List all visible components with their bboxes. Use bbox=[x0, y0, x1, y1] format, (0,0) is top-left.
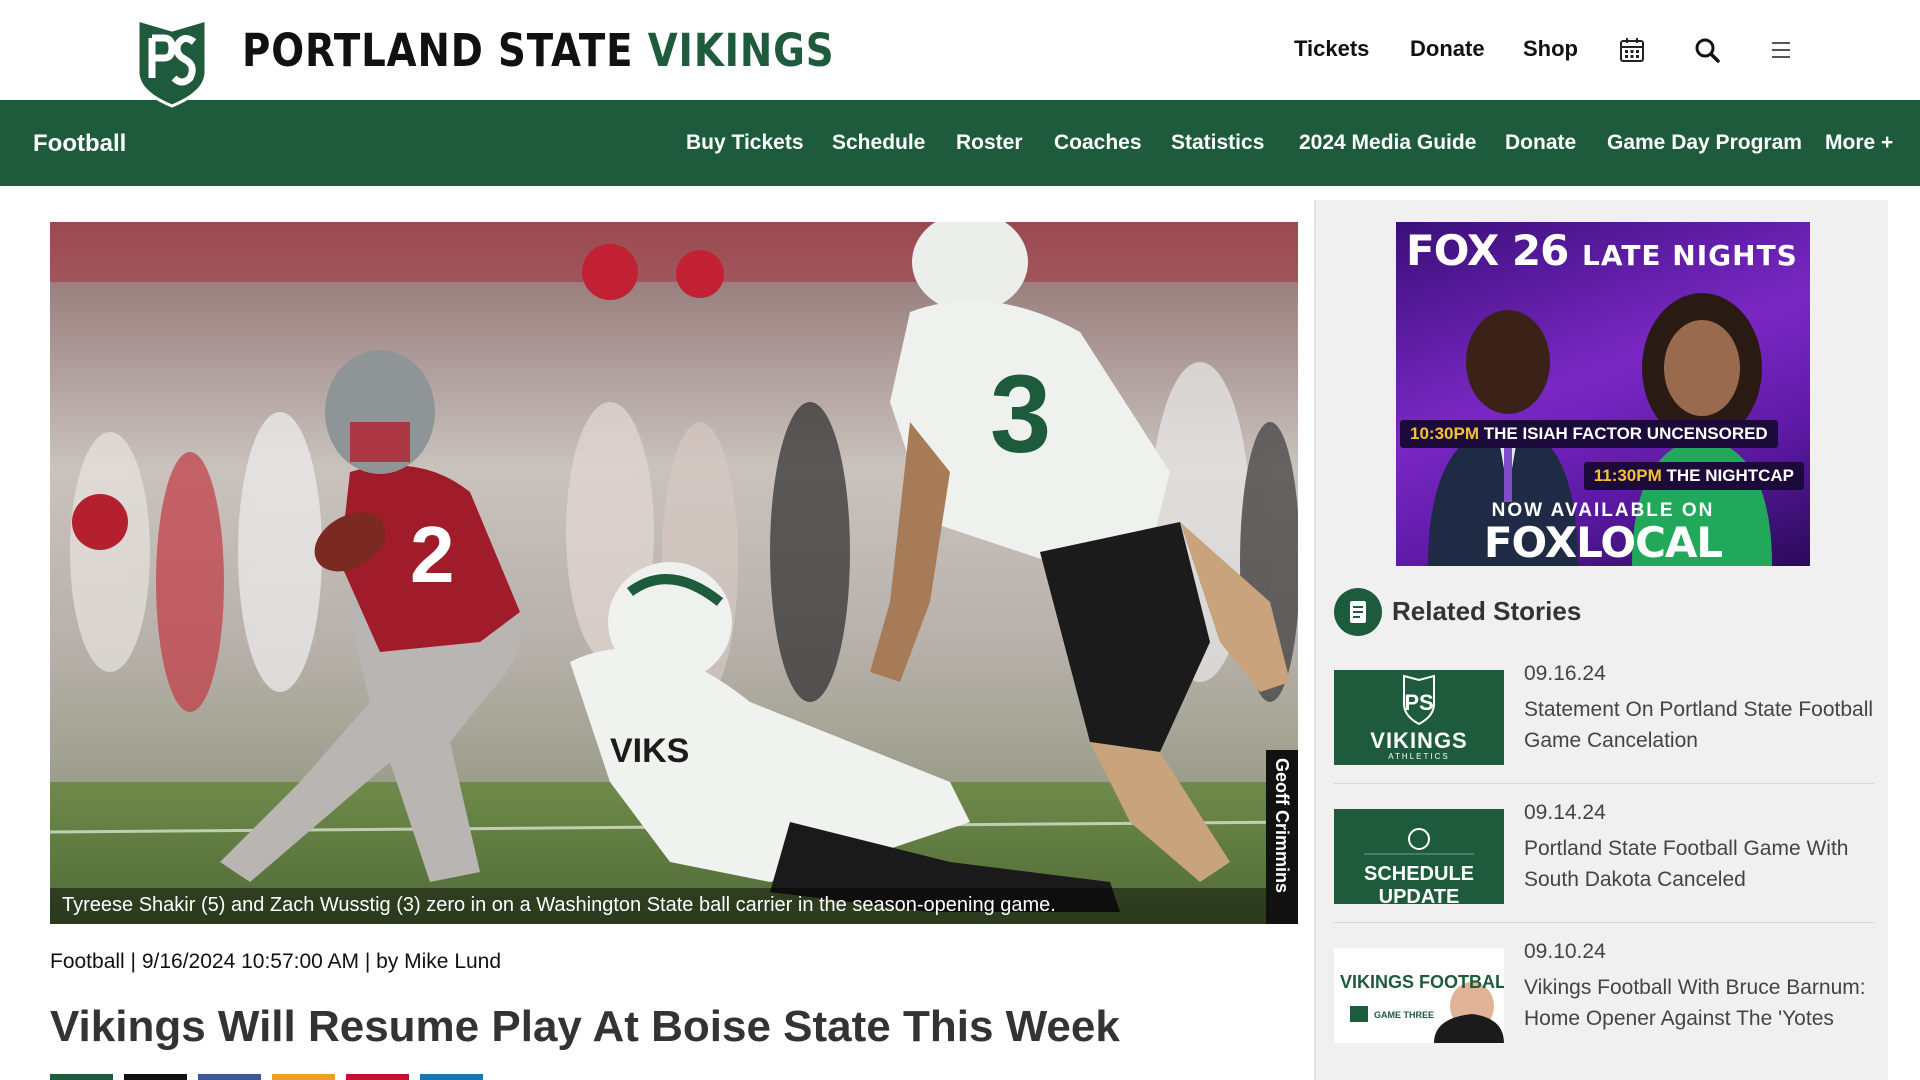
ad-fox26: FOX 26 bbox=[1406, 226, 1569, 275]
nav-statistics[interactable]: Statistics bbox=[1171, 131, 1264, 155]
story-thumb-subtext: ATHLETICS bbox=[1388, 752, 1450, 761]
ad-show1-time: 10:30PM bbox=[1410, 424, 1479, 443]
share-button-6[interactable] bbox=[420, 1074, 483, 1080]
photo-credit: Geoff Crimmins bbox=[1266, 750, 1298, 924]
ad-fox-local: FOXLOCAL bbox=[1483, 518, 1723, 566]
article-headline: Vikings Will Resume Play At Boise State … bbox=[50, 1002, 1120, 1051]
story-thumbnail[interactable]: SCHEDULE UPDATE bbox=[1334, 809, 1504, 904]
ps-logo-icon[interactable] bbox=[134, 16, 210, 108]
ad-show2-time: 11:30PM bbox=[1593, 466, 1662, 485]
photo-caption: Tyreese Shakir (5) and Zach Wusstig (3) … bbox=[50, 888, 1266, 924]
story-thumb-subtext: GAME THREE bbox=[1374, 1010, 1435, 1020]
story-thumb-text: VIKINGS bbox=[1370, 728, 1468, 753]
nav-more[interactable]: More + bbox=[1825, 131, 1893, 155]
sport-nav: Football Buy Tickets Schedule Roster Coa… bbox=[0, 100, 1920, 186]
article-meta: Football | 9/16/2024 10:57:00 AM | by Mi… bbox=[50, 950, 502, 973]
nav-donate[interactable]: Donate bbox=[1505, 131, 1576, 155]
ad-show2-name: THE NIGHTCAP bbox=[1666, 466, 1795, 485]
related-story[interactable]: VIKINGS FOOTBALL GAME THREE 09.10.24 Vik… bbox=[1334, 938, 1874, 1062]
nav-buy-tickets[interactable]: Buy Tickets bbox=[686, 131, 804, 155]
menu-icon[interactable] bbox=[1767, 36, 1795, 64]
related-stories-title: Related Stories bbox=[1392, 596, 1582, 626]
story-thumb-text: VIKINGS FOOTBALL bbox=[1340, 972, 1504, 992]
share-button-1[interactable] bbox=[50, 1074, 113, 1080]
story-title[interactable]: Vikings Football With Bruce Barnum: Home… bbox=[1524, 972, 1874, 1034]
story-date: 09.10.24 bbox=[1524, 940, 1606, 963]
nav-game-day-program[interactable]: Game Day Program bbox=[1607, 131, 1802, 155]
svg-text:VIKS: VIKS bbox=[610, 732, 689, 770]
story-title[interactable]: Portland State Football Game With South … bbox=[1524, 833, 1874, 895]
donate-link[interactable]: Donate bbox=[1410, 36, 1485, 62]
svg-text:2: 2 bbox=[410, 510, 455, 599]
story-thumb-text: SCHEDULE UPDATE bbox=[1363, 863, 1474, 904]
utility-links: Tickets Donate Shop bbox=[0, 0, 1920, 100]
nav-schedule[interactable]: Schedule bbox=[832, 131, 925, 155]
football-action-photo: 2 VIKS 3 bbox=[50, 222, 1298, 924]
fox26-advertisement[interactable]: FOX 26 LATE NIGHTS 10:30PM THE ISIAH FAC… bbox=[1396, 222, 1810, 566]
story-thumbnail[interactable]: VIKINGS FOOTBALL GAME THREE bbox=[1334, 948, 1504, 1043]
hero-image: 2 VIKS 3 Geoff Crimmins Tyreese Shakir (… bbox=[50, 222, 1298, 924]
nav-coaches[interactable]: Coaches bbox=[1054, 131, 1142, 155]
nav-roster[interactable]: Roster bbox=[956, 131, 1023, 155]
related-story[interactable]: PS VIKINGS ATHLETICS 09.16.24 Statement … bbox=[1334, 660, 1874, 784]
sidebar: FOX 26 LATE NIGHTS 10:30PM THE ISIAH FAC… bbox=[1314, 200, 1888, 1080]
tickets-link[interactable]: Tickets bbox=[1294, 36, 1369, 62]
share-button-4[interactable] bbox=[272, 1074, 335, 1080]
related-story[interactable]: SCHEDULE UPDATE 09.14.24 Portland State … bbox=[1334, 799, 1874, 923]
story-title[interactable]: Statement On Portland State Football Gam… bbox=[1524, 694, 1874, 756]
document-icon bbox=[1334, 588, 1382, 636]
ad-show1: 10:30PM THE ISIAH FACTOR UNCENSORED bbox=[1400, 420, 1778, 448]
calendar-icon[interactable] bbox=[1618, 36, 1646, 64]
story-thumbnail[interactable]: PS VIKINGS ATHLETICS bbox=[1334, 670, 1504, 765]
ad-headline: FOX 26 LATE NIGHTS bbox=[1406, 226, 1798, 275]
svg-text:PS: PS bbox=[1404, 690, 1433, 715]
share-button-2[interactable] bbox=[124, 1074, 187, 1080]
share-button-5[interactable] bbox=[346, 1074, 409, 1080]
share-button-3[interactable] bbox=[198, 1074, 261, 1080]
photo-credit-text: Geoff Crimmins bbox=[1272, 758, 1292, 894]
svg-text:3: 3 bbox=[990, 353, 1051, 476]
ad-late-nights: LATE NIGHTS bbox=[1581, 239, 1798, 272]
site-header: PORTLAND STATE VIKINGS Tickets Donate Sh… bbox=[0, 0, 1920, 108]
story-date: 09.16.24 bbox=[1524, 662, 1606, 685]
ad-show2: 11:30PM THE NIGHTCAP bbox=[1583, 462, 1804, 490]
sport-title[interactable]: Football bbox=[33, 130, 126, 158]
search-icon[interactable] bbox=[1693, 36, 1721, 64]
story-date: 09.14.24 bbox=[1524, 801, 1606, 824]
shop-link[interactable]: Shop bbox=[1523, 36, 1578, 62]
nav-media-guide[interactable]: 2024 Media Guide bbox=[1299, 131, 1476, 155]
ad-show1-name: THE ISIAH FACTOR UNCENSORED bbox=[1483, 424, 1768, 443]
